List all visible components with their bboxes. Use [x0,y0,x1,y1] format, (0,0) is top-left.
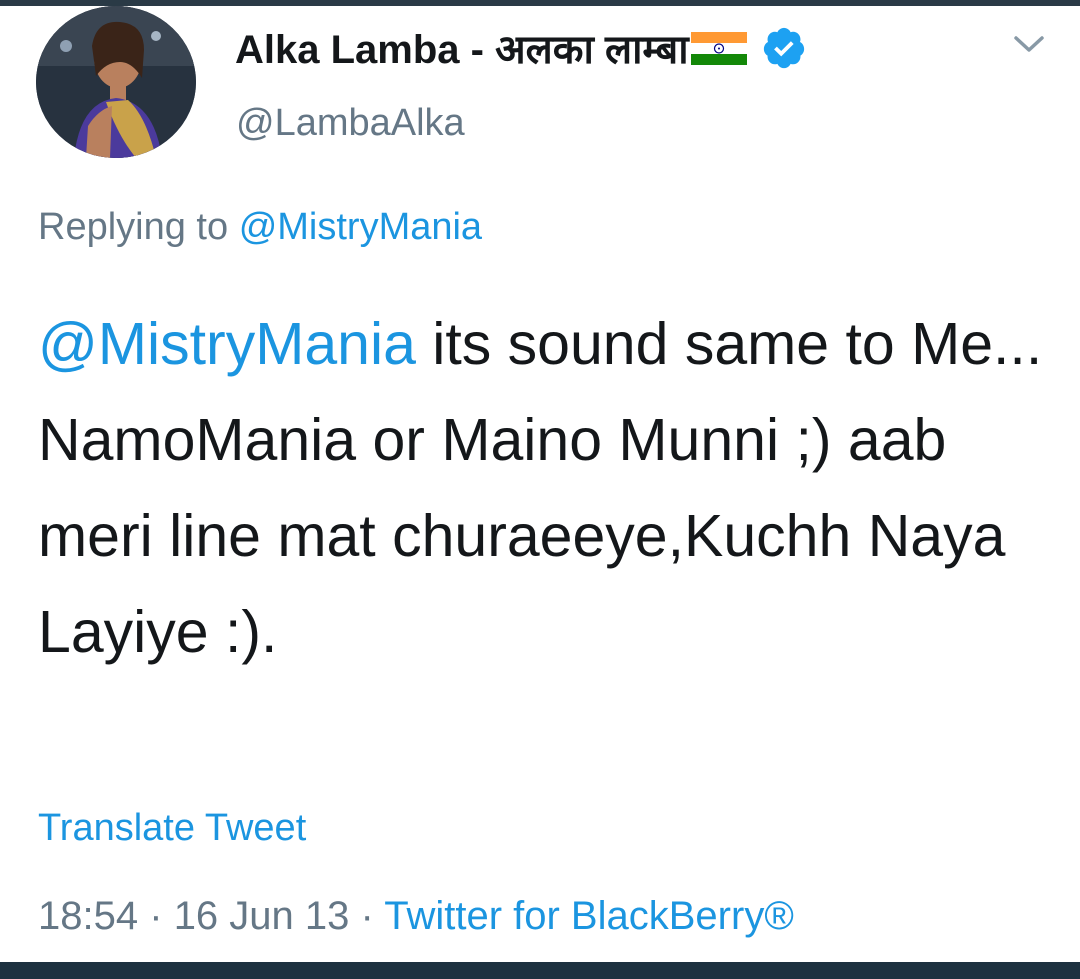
tweet-time[interactable]: 18:54 [38,894,138,938]
bottom-edge [0,962,1080,979]
meta-separator: · [360,894,374,938]
avatar-photo-icon [36,6,196,158]
tweet-mention-link[interactable]: @MistryMania [38,311,416,377]
translate-tweet-link[interactable]: Translate Tweet [38,807,306,850]
chevron-down-icon[interactable] [1012,32,1046,56]
author-name-text: Alka Lamba - अलका लाम्बा [235,28,689,72]
author-display-name[interactable]: Alka Lamba - अलका लाम्बा [235,20,807,75]
tweet-meta: 18:54 · 16 Jun 13 · Twitter for BlackBer… [38,894,794,939]
replying-to: Replying to @MistryMania [38,206,482,249]
india-flag-icon [690,30,747,66]
tweet-source-link[interactable]: Twitter for BlackBerry® [384,894,794,938]
avatar[interactable] [36,6,196,158]
tweet-card: Alka Lamba - अलका लाम्बा @LambaAlka Repl… [0,6,1080,962]
replying-to-label: Replying to [38,206,229,248]
tweet-text: @MistryMania its sound same to Me... Nam… [38,296,1048,680]
verified-badge-icon [761,25,807,71]
meta-separator: · [149,894,163,938]
reply-target-link[interactable]: @MistryMania [239,206,482,248]
tweet-date[interactable]: 16 Jun 13 [174,894,350,938]
author-handle[interactable]: @LambaAlka [236,102,465,145]
